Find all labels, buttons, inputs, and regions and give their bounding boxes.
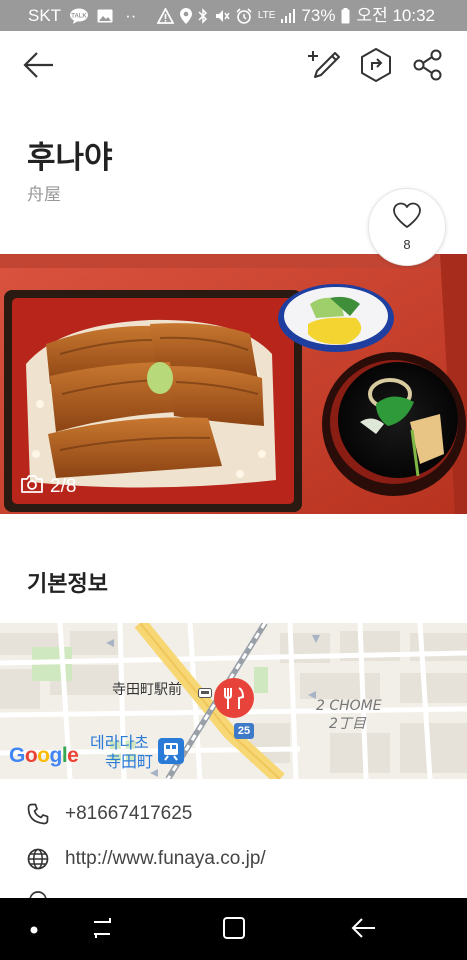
place-name: 후나야	[27, 140, 113, 176]
google-logo: Google	[9, 744, 79, 767]
battery-icon	[341, 7, 350, 24]
write-review-button[interactable]	[306, 49, 342, 85]
back-button[interactable]	[21, 49, 57, 85]
phone-icon	[26, 802, 50, 826]
system-back-icon	[351, 917, 377, 944]
pencil-plus-icon	[307, 49, 341, 86]
status-bar: SKT TALK ·· LTE 73% 오전 10:32	[0, 0, 467, 31]
warning-icon	[156, 7, 174, 24]
mute-icon	[214, 8, 230, 24]
recent-apps-button[interactable]	[89, 917, 117, 943]
battery-percent: 73%	[301, 6, 336, 25]
carrier-label: SKT	[28, 6, 62, 25]
app-bar	[0, 31, 467, 103]
nav-dot-icon	[20, 917, 48, 943]
share-button[interactable]	[410, 49, 446, 85]
directions-icon	[360, 47, 392, 87]
map-station-ja: 寺田町	[105, 752, 154, 771]
clock: 오전 10:32	[356, 6, 435, 25]
heart-icon	[392, 202, 422, 234]
map-area-label-ja: 2丁目	[329, 716, 366, 732]
like-count: 8	[403, 237, 411, 252]
place-original-name: 舟屋	[27, 185, 61, 205]
photo-counter-label: 2/8	[50, 476, 77, 497]
photo-counter: 2/8	[20, 474, 76, 500]
system-back-button[interactable]	[350, 917, 378, 943]
route-shield: 25	[234, 723, 254, 739]
website-row[interactable]: http://www.funaya.co.jp/	[0, 839, 467, 879]
home-button[interactable]	[220, 916, 248, 945]
home-icon	[222, 916, 246, 945]
camera-icon	[20, 474, 44, 500]
location-pin-icon	[26, 890, 50, 898]
map-area-label-en: 2 CHOME	[316, 698, 382, 714]
website-link[interactable]: http://www.funaya.co.jp/	[65, 848, 266, 870]
signal-icon	[281, 8, 296, 23]
map-station-label: 寺田町駅前	[112, 682, 182, 698]
gallery-icon	[97, 9, 113, 23]
map-station-ko: 데라다초	[90, 733, 149, 752]
more-notifications-icon: ··	[125, 6, 137, 25]
basic-info-title: 기본정보	[27, 572, 108, 597]
svg-text:TALK: TALK	[71, 13, 87, 19]
back-arrow-icon	[23, 51, 55, 84]
next-info-row	[0, 884, 467, 898]
bluetooth-icon	[198, 7, 208, 24]
network-type-label: LTE	[257, 10, 276, 21]
alarm-icon	[236, 7, 252, 24]
recent-apps-icon	[90, 917, 116, 944]
restaurant-pin-icon	[214, 678, 254, 718]
location-map[interactable]: 寺田町駅前 2 CHOME 2丁目 25 데라다초 寺田町 Google	[0, 623, 467, 779]
subway-icon	[158, 738, 184, 769]
location-icon	[179, 7, 192, 24]
system-nav-bar	[0, 898, 467, 960]
station-icon	[198, 685, 212, 703]
directions-button[interactable]	[358, 47, 394, 87]
like-button[interactable]: 8	[368, 188, 446, 266]
phone-number[interactable]: +81667417625	[65, 803, 192, 825]
globe-icon	[26, 847, 50, 871]
phone-row[interactable]: +81667417625	[0, 794, 467, 834]
talk-icon: TALK	[69, 8, 89, 24]
share-icon	[412, 49, 444, 86]
